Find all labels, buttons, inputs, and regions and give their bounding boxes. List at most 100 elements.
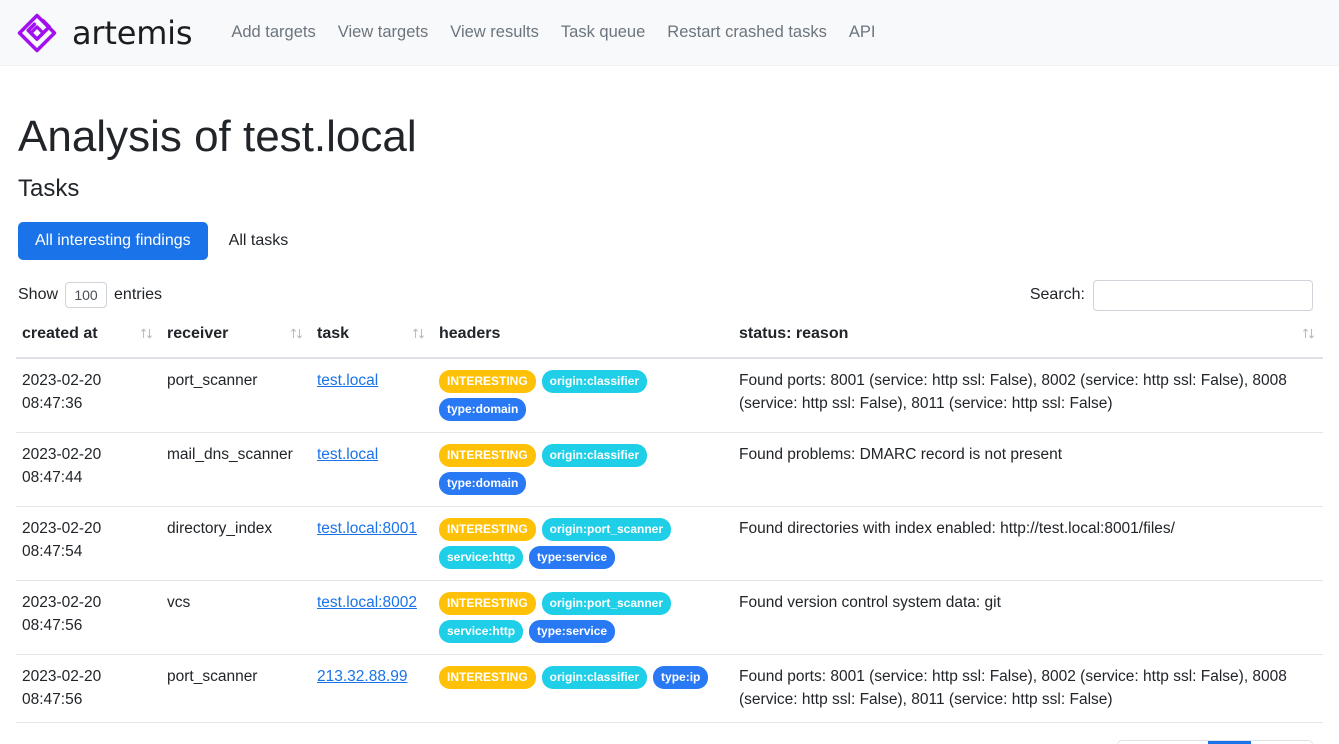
table-header-row: created at receiver task headers status:… bbox=[16, 324, 1323, 359]
task-link[interactable]: 213.32.88.99 bbox=[317, 668, 408, 685]
cell-headers: INTERESTING origin:classifier type:ip bbox=[433, 654, 733, 724]
column-header-headers[interactable]: headers bbox=[433, 324, 733, 359]
badge-list: INTERESTING origin:classifier type:domai… bbox=[439, 443, 725, 495]
cell-status-reason: Found version control system data: git bbox=[733, 580, 1323, 655]
badge-origin: origin:classifier bbox=[541, 369, 648, 393]
navbar: artemis Add targets View targets View re… bbox=[0, 0, 1339, 66]
cell-status-reason: Found ports: 8001 (service: http ssl: Fa… bbox=[733, 654, 1323, 724]
page-content: Analysis of test.local Tasks All interes… bbox=[0, 112, 1339, 744]
cell-task: test.local bbox=[311, 357, 433, 433]
badge-interesting: INTERESTING bbox=[439, 369, 536, 393]
badge-type: type:domain bbox=[439, 471, 527, 495]
tab-all-tasks[interactable]: All tasks bbox=[212, 222, 306, 260]
badge-list: INTERESTING origin:classifier type:ip bbox=[439, 665, 725, 689]
show-label: Show bbox=[18, 286, 59, 304]
cell-receiver: port_scanner bbox=[161, 357, 311, 433]
task-link[interactable]: test.local bbox=[317, 446, 378, 463]
search-control: Search: bbox=[1029, 279, 1313, 311]
cell-task: test.local bbox=[311, 432, 433, 507]
entries-label: entries bbox=[114, 286, 163, 304]
badge-type: type:domain bbox=[439, 397, 527, 421]
column-header-receiver[interactable]: receiver bbox=[161, 324, 311, 359]
column-header-task-label: task bbox=[317, 324, 350, 342]
cell-task: test.local:8002 bbox=[311, 580, 433, 655]
brand-link[interactable]: artemis bbox=[16, 12, 193, 54]
badge-type: type:ip bbox=[653, 665, 709, 689]
column-header-receiver-label: receiver bbox=[167, 324, 229, 342]
badge-origin: origin:port_scanner bbox=[541, 591, 672, 615]
sort-icon bbox=[412, 328, 425, 339]
nav-link-add-targets[interactable]: Add targets bbox=[220, 15, 326, 50]
brand-name: artemis bbox=[72, 13, 193, 52]
sort-icon bbox=[140, 328, 153, 339]
badge-origin: origin:port_scanner bbox=[541, 517, 672, 541]
table-controls: Show 10 25 50 100 entries Search: bbox=[18, 279, 1323, 311]
tab-all-interesting-findings[interactable]: All interesting findings bbox=[18, 221, 208, 260]
badge-interesting: INTERESTING bbox=[439, 443, 536, 467]
table-row: 2023-02-20 08:47:56 port_scanner 213.32.… bbox=[16, 654, 1323, 724]
cell-created-at: 2023-02-20 08:47:54 bbox=[16, 506, 161, 581]
table-row: 2023-02-20 08:47:44 mail_dns_scanner tes… bbox=[16, 432, 1323, 507]
nav-link-task-queue[interactable]: Task queue bbox=[550, 15, 656, 50]
column-header-created-at[interactable]: created at bbox=[16, 324, 161, 359]
cell-receiver: port_scanner bbox=[161, 654, 311, 724]
badge-interesting: INTERESTING bbox=[439, 517, 536, 541]
results-table-head: created at receiver task headers status:… bbox=[16, 324, 1323, 359]
entries-length-control: Show 10 25 50 100 entries bbox=[18, 282, 163, 309]
badge-origin: origin:classifier bbox=[541, 665, 648, 689]
column-header-headers-label: headers bbox=[439, 324, 501, 342]
badge-service: service:http bbox=[439, 619, 524, 643]
page-title: Analysis of test.local bbox=[18, 112, 417, 161]
search-input[interactable] bbox=[1093, 279, 1313, 311]
nav-link-view-results[interactable]: View results bbox=[439, 15, 550, 50]
cell-created-at: 2023-02-20 08:47:36 bbox=[16, 357, 161, 433]
sort-icon bbox=[290, 328, 303, 339]
badge-type: type:service bbox=[529, 619, 616, 643]
task-link[interactable]: test.local bbox=[317, 372, 378, 389]
badge-origin: origin:classifier bbox=[541, 443, 648, 467]
badge-type: type:service bbox=[529, 545, 616, 569]
column-header-status-reason[interactable]: status: reason bbox=[733, 324, 1323, 359]
table-row: 2023-02-20 08:47:36 port_scanner test.lo… bbox=[16, 357, 1323, 433]
nav-link-restart-crashed-tasks[interactable]: Restart crashed tasks bbox=[656, 15, 838, 50]
cell-headers: INTERESTING origin:port_scanner service:… bbox=[433, 506, 733, 581]
cell-headers: INTERESTING origin:port_scanner service:… bbox=[433, 580, 733, 655]
pagination: Previous 1 Next bbox=[1116, 740, 1313, 744]
table-row: 2023-02-20 08:47:54 directory_index test… bbox=[16, 506, 1323, 581]
results-table-body: 2023-02-20 08:47:36 port_scanner test.lo… bbox=[16, 357, 1323, 724]
sort-icon bbox=[1302, 328, 1315, 339]
badge-interesting: INTERESTING bbox=[439, 665, 536, 689]
cell-receiver: directory_index bbox=[161, 506, 311, 581]
cell-created-at: 2023-02-20 08:47:44 bbox=[16, 432, 161, 507]
search-label: Search: bbox=[1029, 286, 1085, 304]
cell-status-reason: Found problems: DMARC record is not pres… bbox=[733, 432, 1323, 507]
task-link[interactable]: test.local:8001 bbox=[317, 520, 417, 537]
primary-nav: Add targets View targets View results Ta… bbox=[220, 15, 886, 50]
table-row: 2023-02-20 08:47:56 vcs test.local:8002 … bbox=[16, 580, 1323, 655]
badge-list: INTERESTING origin:port_scanner service:… bbox=[439, 517, 725, 569]
section-title: Tasks bbox=[18, 174, 80, 202]
nav-link-api[interactable]: API bbox=[838, 15, 887, 50]
artemis-diamond-logo-icon bbox=[16, 12, 58, 54]
entries-per-page-select[interactable]: 10 25 50 100 bbox=[65, 282, 108, 309]
cell-receiver: vcs bbox=[161, 580, 311, 655]
cell-created-at: 2023-02-20 08:47:56 bbox=[16, 580, 161, 655]
cell-receiver: mail_dns_scanner bbox=[161, 432, 311, 507]
tab-bar: All interesting findings All tasks bbox=[18, 221, 1323, 260]
nav-link-view-targets[interactable]: View targets bbox=[327, 15, 440, 50]
table-footer: Showing 1 to 5 of 5 entries (filtered fr… bbox=[16, 740, 1323, 744]
cell-headers: INTERESTING origin:classifier type:domai… bbox=[433, 357, 733, 433]
cell-status-reason: Found ports: 8001 (service: http ssl: Fa… bbox=[733, 357, 1323, 433]
badge-service: service:http bbox=[439, 545, 524, 569]
badge-list: INTERESTING origin:port_scanner service:… bbox=[439, 591, 725, 643]
task-link[interactable]: test.local:8002 bbox=[317, 594, 417, 611]
column-header-created-at-label: created at bbox=[22, 324, 98, 342]
column-header-task[interactable]: task bbox=[311, 324, 433, 359]
badge-list: INTERESTING origin:classifier type:domai… bbox=[439, 369, 725, 421]
cell-headers: INTERESTING origin:classifier type:domai… bbox=[433, 432, 733, 507]
cell-task: test.local:8001 bbox=[311, 506, 433, 581]
cell-created-at: 2023-02-20 08:47:56 bbox=[16, 654, 161, 724]
results-table: created at receiver task headers status:… bbox=[16, 324, 1323, 724]
cell-task: 213.32.88.99 bbox=[311, 654, 433, 724]
column-header-status-reason-label: status: reason bbox=[739, 324, 849, 342]
